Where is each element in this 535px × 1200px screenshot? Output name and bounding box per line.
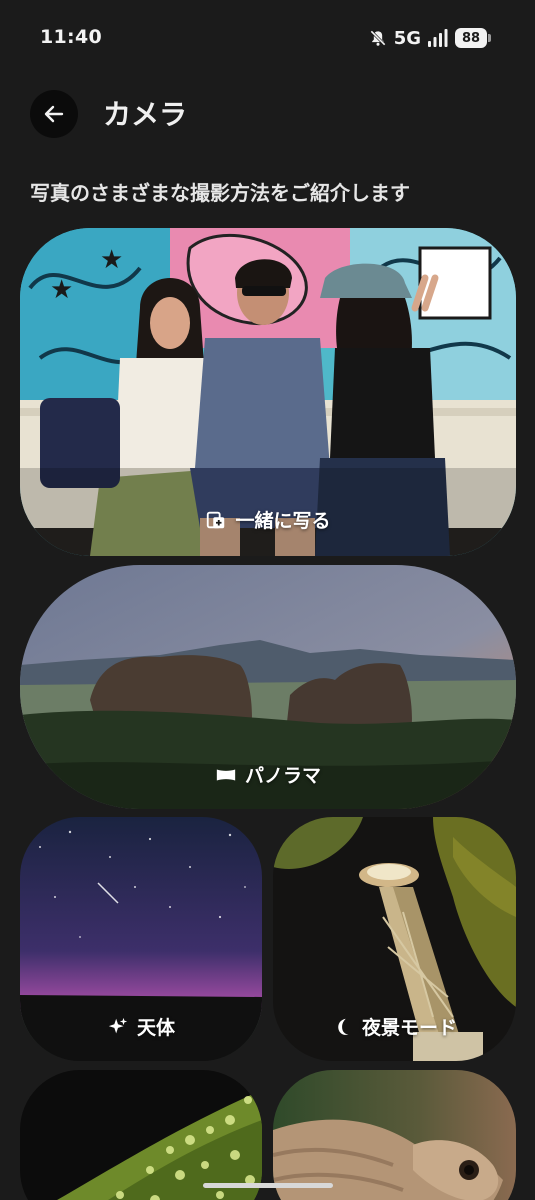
night-label: 夜景モード: [361, 1017, 457, 1039]
page-title: カメラ: [103, 98, 188, 131]
add-me-icon: [207, 511, 225, 528]
together-label: 一緒に写る: [235, 510, 331, 532]
feature-card-portrait[interactable]: [273, 1070, 516, 1200]
status-time: 11:40: [40, 26, 102, 48]
camera-tips-screen: 11:40 5G 88 カメラ 写真のさまざまな撮影方法をご紹介します ★ ★ …: [0, 0, 535, 1200]
home-indicator[interactable]: [203, 1183, 333, 1188]
battery-tip: [488, 34, 491, 42]
signal-icon: [428, 29, 448, 47]
together-label-row: 一緒に写る: [20, 506, 516, 533]
page-subtitle: 写真のさまざまな撮影方法をご紹介します: [30, 181, 410, 205]
panorama-label: パノラマ: [244, 765, 321, 787]
mute-icon: [369, 30, 386, 46]
feature-card-macro[interactable]: [20, 1070, 262, 1200]
astro-label-row: 天体: [20, 1013, 262, 1040]
panorama-label-row: パノラマ: [20, 761, 516, 788]
feature-card-panorama[interactable]: パノラマ: [20, 565, 516, 809]
svg-text:★: ★: [100, 245, 123, 275]
svg-text:★: ★: [50, 275, 73, 305]
macro-photo: [20, 1070, 262, 1200]
feature-card-together[interactable]: ★ ★ 一緒に写る: [20, 228, 516, 556]
back-button[interactable]: [30, 90, 78, 138]
night-label-row: 夜景モード: [273, 1013, 516, 1040]
panorama-icon: [216, 769, 236, 780]
feature-card-astro[interactable]: 天体: [20, 817, 262, 1061]
moon-icon: [338, 1018, 349, 1035]
status-icons: 5G 88: [368, 26, 491, 50]
network-type: 5G: [393, 27, 421, 49]
status-bar: 11:40 5G 88: [0, 0, 535, 76]
feature-card-night[interactable]: 夜景モード: [273, 817, 516, 1061]
sparkle-icon: [108, 1017, 128, 1033]
meerkat-photo: [273, 1070, 516, 1200]
astro-label: 天体: [136, 1017, 175, 1039]
arrow-left-icon: [44, 105, 64, 123]
battery-icon: 88: [455, 28, 491, 48]
battery-level: 88: [455, 28, 487, 48]
